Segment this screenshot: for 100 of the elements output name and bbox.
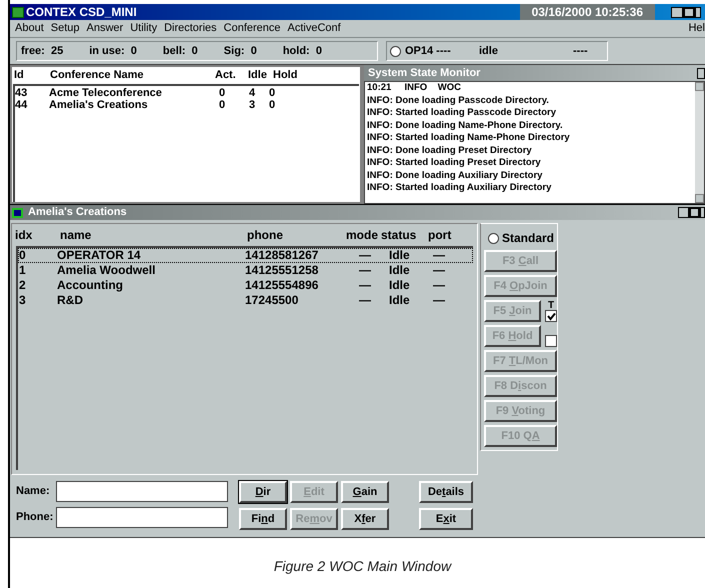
table-cell-text: Idle [389,264,411,277]
menu-item[interactable]: Utility [130,20,158,37]
table-cell-text: 3 [19,294,27,307]
close-icon[interactable] [700,207,705,218]
table-cell-text: 1 [19,264,27,277]
party-row[interactable]: 2 Accounting 14125554896 — Idle — [18,278,473,293]
column-header: Conference Name [50,68,145,83]
menu-item[interactable]: ActiveConf [288,20,341,37]
menu-item[interactable]: About [15,20,44,37]
action-button[interactable]: Details [419,481,473,503]
radio-label: Standard [502,230,554,247]
table-cell-text: 14125554896 [245,279,320,292]
minimize-icon[interactable] [678,207,689,218]
table-cell-text: 44 [15,98,28,110]
window-title: CONTEX CSD_MINI [26,6,137,18]
party-row[interactable]: 3 R&D 17245500 — Idle — [18,293,473,308]
table-cell-text: Amelia Woodwell [57,264,156,277]
app-icon [12,6,24,18]
table-cell-text: Accounting [57,279,124,292]
table-cell-text: 0 [218,86,226,98]
operator-state: idle [479,44,499,59]
column-header: port [428,227,452,244]
action-button[interactable]: Exit [419,508,473,530]
action-button[interactable]: Dir [239,481,287,503]
counter-label: in use: 0 [89,44,137,59]
counter-label: Sig: 0 [224,44,257,59]
table-cell-text: Idle [389,249,411,262]
action-button[interactable]: Gain [341,481,389,503]
table-cell-text: R&D [57,294,84,307]
table-cell-text: — [358,294,372,307]
column-header: phone [247,227,284,244]
menu-item[interactable]: Setup [50,20,80,37]
maximize-icon[interactable] [689,207,700,218]
scrollbar[interactable] [695,82,704,203]
monitor-title: System State Monitor [368,66,482,81]
menu-item[interactable]: Hel [688,20,705,37]
log-line: INFO: Started loading Preset Directory [367,157,542,170]
table-cell-text: 4 [248,86,256,98]
field-label: Phone: [16,510,54,526]
table-cell-text: 0 [19,249,27,262]
menu-item[interactable]: Answer [86,20,124,37]
table-cell-text: 17245500 [245,294,300,307]
table-cell-text: 43 [15,86,28,98]
menu-item[interactable]: Conference [224,20,281,37]
table-cell-text: 3 [248,98,256,110]
table-cell-text: — [433,294,446,307]
date-time: 03/16/2000 10:25:36 [520,4,655,20]
log-line: INFO: Done loading Preset Directory [367,144,533,157]
table-cell-text: 14125551258 [245,264,320,277]
checkbox-label: T [548,301,554,310]
table-cell-text: — [433,279,446,292]
column-header: Act. [215,68,237,83]
radio-button[interactable] [488,232,499,244]
figure-caption: Figure 2 WOC Main Window [274,556,452,576]
table-cell-text: 0 [268,98,276,110]
table-cell-text: — [358,249,372,262]
table-cell-text: OPERATOR 14 [57,249,142,262]
field-label: Name: [16,484,51,500]
counter-label: bell: 0 [162,44,198,59]
table-cell-text: 14128581267 [245,249,320,262]
log-line: 10:21 INFO WOC [367,82,462,94]
input-field[interactable] [56,481,228,502]
log-line: INFO: Done loading Auxiliary Directory [367,170,544,182]
action-button[interactable]: Find [239,508,287,530]
log-line: INFO: Started loading Name-Phone Directory [367,132,571,144]
counter-label: hold: 0 [282,44,322,59]
table-cell-text: Acme Teleconference [49,86,163,98]
table-cell-text: Idle [389,294,411,307]
action-button[interactable]: Xfer [341,508,389,530]
window-icon [12,208,23,218]
log-line: INFO: Started loading Auxiliary Directory [367,182,552,194]
operator-label: OP14 ---- [405,44,452,59]
table-cell-text: 2 [19,279,27,292]
column-header: mode [346,227,380,244]
column-header: status [381,227,418,244]
party-row[interactable]: 0 OPERATOR 14 14128581267 — Idle — [18,248,473,263]
column-header: Idle [248,68,268,83]
column-header: Hold [273,68,298,83]
maximize-icon[interactable] [683,6,695,18]
table-cell-text: — [433,264,446,277]
column-header: Id [14,68,25,83]
column-header: idx [15,227,34,244]
menu-item[interactable]: Directories [164,20,217,37]
table-cell-text: — [358,264,372,277]
counter-label: free: 25 [21,44,64,59]
party-row[interactable]: 1 Amelia Woodwell 14125551258 — Idle — [18,263,473,278]
log-line: INFO: Done loading Passcode Directory. [367,94,550,107]
log-line: INFO: Started loading Passcode Directory [367,107,557,120]
table-cell-text: 0 [218,98,226,110]
minimize-icon[interactable] [671,6,683,18]
child-window-title: Amelia's Creations [28,205,128,220]
input-field[interactable] [56,507,228,528]
table-cell-text: 0 [268,86,276,98]
radio-button[interactable] [390,46,401,56]
table-cell-text: — [358,279,372,292]
column-header: name [60,227,92,244]
close-icon[interactable] [695,6,701,18]
close-icon[interactable] [697,68,705,78]
table-cell-text: Amelia's Creations [49,98,149,110]
table-cell-text: Idle [389,279,411,292]
